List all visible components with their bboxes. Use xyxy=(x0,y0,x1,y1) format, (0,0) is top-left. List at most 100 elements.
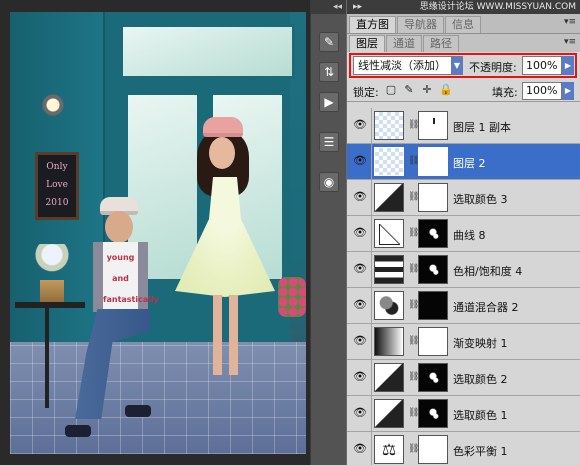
fill-label: 填充: xyxy=(492,86,518,99)
fill-slider-icon[interactable]: ▶ xyxy=(562,82,574,100)
layer-name[interactable]: 选取颜色 3 xyxy=(453,191,508,207)
woman-face xyxy=(209,137,235,169)
shirt-line-2: and xyxy=(112,274,129,283)
opacity-field[interactable]: 100% xyxy=(522,56,562,75)
layer-name[interactable]: 色彩平衡 1 xyxy=(453,443,508,459)
seated-man: young and fantastically bored xyxy=(65,197,175,447)
hue-saturation-adjustment-icon[interactable] xyxy=(374,255,404,284)
layer-mask-thumbnail[interactable] xyxy=(418,147,448,176)
watermark-text: 思缘设计论坛 WWW.MISSYUAN.COM xyxy=(419,2,576,12)
man-shoe-left xyxy=(65,425,91,437)
visibility-eye-icon[interactable]: 👁 xyxy=(353,371,367,383)
woman-hat xyxy=(203,117,243,137)
gradient-map-adjustment-icon[interactable] xyxy=(374,327,404,356)
clone-source-icon[interactable]: ⇅ xyxy=(319,62,339,82)
layer-row[interactable]: 👁 ⛓ 选取颜色 1 xyxy=(347,396,580,432)
curves-adjustment-icon[interactable] xyxy=(374,219,404,248)
dock-collapse-icon[interactable]: ◂◂ xyxy=(311,0,346,14)
transom-window xyxy=(120,24,295,79)
layer-row[interactable]: 👁 ⛓ 渐变映射 1 xyxy=(347,324,580,360)
lock-position-icon[interactable]: ✛ xyxy=(421,84,433,96)
snapshot-icon[interactable]: ◉ xyxy=(319,172,339,192)
selective-color-adjustment-icon[interactable] xyxy=(374,399,404,428)
channel-mixer-adjustment-icon[interactable] xyxy=(374,291,404,320)
lock-all-icon[interactable]: 🔒 xyxy=(439,84,453,96)
actions-play-icon[interactable]: ▶ xyxy=(319,92,339,112)
panel-dock: ◂◂ ✎ ⇅ ▶ ☰ ◉ xyxy=(310,0,346,465)
fill-field[interactable]: 100% xyxy=(522,82,562,100)
document-canvas-area[interactable]: Only Love 2010 young and fantastically b… xyxy=(0,0,310,465)
brush-preset-icon[interactable]: ✎ xyxy=(319,32,339,52)
visibility-eye-icon[interactable]: 👁 xyxy=(353,443,367,455)
layer-thumbnail[interactable] xyxy=(374,147,404,176)
layer-row[interactable]: 👁 ⛓ 曲线 8 xyxy=(347,216,580,252)
visibility-eye-icon[interactable]: 👁 xyxy=(353,227,367,239)
layer-mask-thumbnail[interactable] xyxy=(418,183,448,212)
standing-woman xyxy=(165,117,285,387)
layer-row[interactable]: 👁 ⚖ ⛓ 色彩平衡 1 xyxy=(347,432,580,465)
tab-paths[interactable]: 路径 xyxy=(423,35,459,52)
layer-name[interactable]: 选取颜色 2 xyxy=(453,371,508,387)
tab-layers[interactable]: 图层 xyxy=(349,35,385,52)
layer-name[interactable]: 曲线 8 xyxy=(453,227,486,243)
layer-mask-thumbnail[interactable] xyxy=(418,435,448,464)
woman-leg-right xyxy=(229,295,238,375)
layer-mask-thumbnail[interactable] xyxy=(418,399,448,428)
woman-dress xyxy=(175,177,275,297)
photo-canvas[interactable]: Only Love 2010 young and fantastically b… xyxy=(10,12,306,454)
layer-row[interactable]: 👁 ⛓ 选取颜色 3 xyxy=(347,180,580,216)
tab-info[interactable]: 信息 xyxy=(445,16,481,33)
layer-mask-thumbnail[interactable] xyxy=(418,255,448,284)
visibility-eye-icon[interactable]: 👁 xyxy=(353,155,367,167)
layers-list: 👁 ⛓ 图层 1 副本 👁 ⛓ 图层 2 👁 ⛓ 选取颜色 3 👁 ⛓ 曲线 8 xyxy=(347,108,580,465)
layers-tab-group: 图层 通道 路径 ▾≡ xyxy=(347,34,580,52)
panel-title-bar: ▸▸ 思缘设计论坛 WWW.MISSYUAN.COM xyxy=(347,0,580,14)
woman-leg-left xyxy=(213,295,222,375)
layer-thumbnail[interactable] xyxy=(374,111,404,140)
tool-presets-icon[interactable]: ☰ xyxy=(319,132,339,152)
layer-name[interactable]: 色相/饱和度 4 xyxy=(453,263,522,279)
layer-name[interactable]: 图层 2 xyxy=(453,155,486,171)
layer-name[interactable]: 选取颜色 1 xyxy=(453,407,508,423)
layer-row[interactable]: 👁 ⛓ 通道混合器 2 xyxy=(347,288,580,324)
visibility-eye-icon[interactable]: 👁 xyxy=(353,407,367,419)
layer-row[interactable]: 👁 ⛓ 选取颜色 2 xyxy=(347,360,580,396)
layer-name[interactable]: 渐变映射 1 xyxy=(453,335,508,351)
lock-transparency-icon[interactable]: ▢ xyxy=(385,84,397,96)
tab-channels[interactable]: 通道 xyxy=(386,35,422,52)
visibility-eye-icon[interactable]: 👁 xyxy=(353,335,367,347)
selective-color-adjustment-icon[interactable] xyxy=(374,363,404,392)
tab-navigator[interactable]: 导航器 xyxy=(397,16,444,33)
lock-image-icon[interactable]: ✎ xyxy=(403,84,415,96)
chalkboard-line-2: Love xyxy=(46,180,68,190)
shirt-line-1: young xyxy=(106,253,135,262)
visibility-eye-icon[interactable]: 👁 xyxy=(353,119,367,131)
shirt-line-3: fantastically xyxy=(103,295,159,304)
visibility-eye-icon[interactable]: 👁 xyxy=(353,299,367,311)
tab-histogram[interactable]: 直方图 xyxy=(349,16,396,33)
panel-collapse-icon[interactable]: ▸▸ xyxy=(353,2,362,12)
layer-mask-thumbnail[interactable] xyxy=(418,327,448,356)
visibility-eye-icon[interactable]: 👁 xyxy=(353,191,367,203)
layer-name[interactable]: 图层 1 副本 xyxy=(453,119,511,135)
panel-menu-icon[interactable]: ▾≡ xyxy=(564,17,576,27)
layer-mask-thumbnail[interactable] xyxy=(418,111,448,140)
layer-mask-thumbnail[interactable] xyxy=(418,219,448,248)
layer-mask-thumbnail[interactable] xyxy=(418,291,448,320)
man-shoe-right xyxy=(125,405,151,417)
blend-mode-select[interactable]: 线性减淡（添加） xyxy=(353,56,463,75)
visibility-eye-icon[interactable]: 👁 xyxy=(353,263,367,275)
layer-row[interactable]: 👁 ⛓ 色相/饱和度 4 xyxy=(347,252,580,288)
color-balance-adjustment-icon[interactable]: ⚖ xyxy=(374,435,404,464)
layer-row[interactable]: 👁 ⛓ 图层 1 副本 xyxy=(347,108,580,144)
opacity-slider-icon[interactable]: ▶ xyxy=(562,56,574,75)
lock-row: 锁定: ▢ ✎ ✛ 🔒 填充: 100% ▶ xyxy=(347,80,580,102)
lock-label: 锁定: xyxy=(353,86,379,99)
selective-color-adjustment-icon[interactable] xyxy=(374,183,404,212)
wall-lamp xyxy=(42,87,64,127)
blend-mode-dropdown-icon[interactable]: ▼ xyxy=(451,57,463,74)
layer-mask-thumbnail[interactable] xyxy=(418,363,448,392)
layers-menu-icon[interactable]: ▾≡ xyxy=(564,37,576,47)
layer-name[interactable]: 通道混合器 2 xyxy=(453,299,519,315)
layer-row-selected[interactable]: 👁 ⛓ 图层 2 xyxy=(347,144,580,180)
